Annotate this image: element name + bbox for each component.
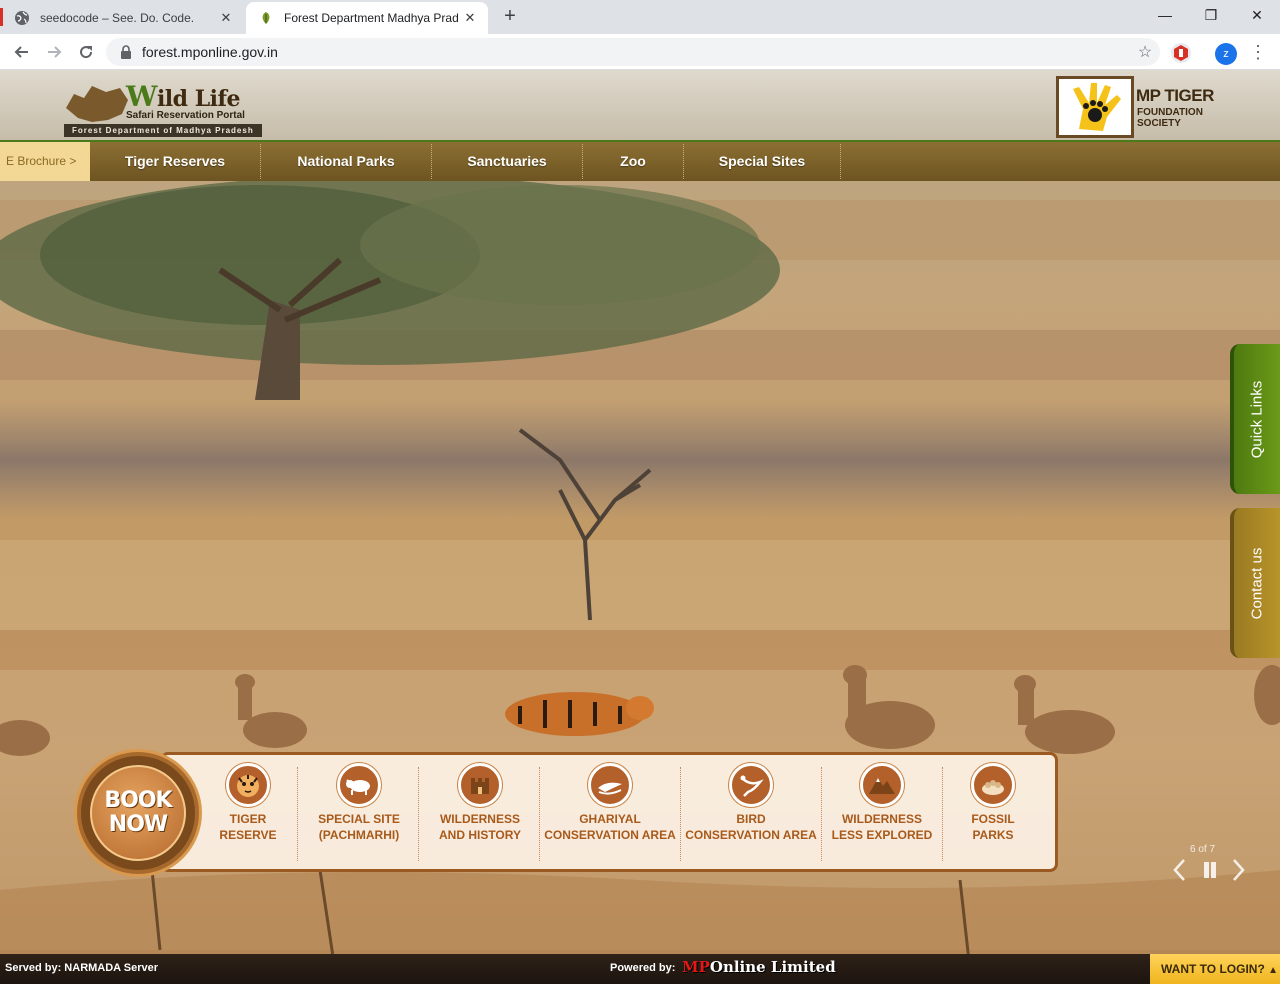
nav-divider xyxy=(840,144,841,179)
slide-counter: 6 of 7 xyxy=(1190,844,1216,855)
profile-avatar[interactable]: z xyxy=(1215,43,1237,65)
category-divider xyxy=(418,767,419,861)
reload-icon xyxy=(80,46,93,59)
served-by-text: Served by: NARMADA Server xyxy=(5,962,159,974)
category-special-site[interactable]: SPECIAL SITE (PACHMARHI) xyxy=(303,763,415,843)
chevron-left-icon[interactable] xyxy=(1172,858,1186,882)
category-fossil-parks[interactable]: FOSSIL PARKS xyxy=(949,763,1037,843)
category-tiger-reserve[interactable]: TIGER RESERVE xyxy=(203,763,293,843)
nav-national-parks[interactable]: National Parks xyxy=(261,142,431,181)
bison-icon xyxy=(337,763,381,807)
mponline-logo[interactable]: MPOnline Limited xyxy=(682,958,836,976)
close-tab-icon[interactable]: ✕ xyxy=(218,10,234,26)
category-divider xyxy=(821,767,822,861)
nav-tiger-reserves[interactable]: Tiger Reserves xyxy=(90,142,260,181)
bird-icon xyxy=(729,763,773,807)
page-viewport: Wild Life Safari Reservation Portal Fore… xyxy=(0,70,1280,984)
nav-special-sites[interactable]: Special Sites xyxy=(684,142,840,181)
wildlife-logo[interactable]: Wild Life Safari Reservation Portal Fore… xyxy=(62,76,267,138)
mp-map-icon xyxy=(66,86,128,122)
lock-icon xyxy=(121,45,131,59)
new-tab-button[interactable]: + xyxy=(498,5,522,29)
site-footer: Served by: NARMADA Server Powered by: MP… xyxy=(0,954,1280,984)
back-button[interactable] xyxy=(8,38,36,66)
close-tab-icon[interactable]: ✕ xyxy=(462,10,478,26)
browser-tabstrip: seedocode – See. Do. Code. ✕ Forest Depa… xyxy=(0,0,1280,34)
site-header: Wild Life Safari Reservation Portal Fore… xyxy=(0,70,1280,140)
arrow-right-icon xyxy=(48,46,62,58)
url-text: forest.mponline.gov.in xyxy=(142,44,278,60)
category-label: TIGER RESERVE xyxy=(219,812,277,842)
want-to-login-button[interactable]: WANT TO LOGIN? ▲ xyxy=(1150,954,1280,984)
leaf-favicon-icon xyxy=(258,10,274,26)
mountain-icon xyxy=(860,763,904,807)
browser-toolbar: forest.mponline.gov.in ☆ z ⋮ xyxy=(0,34,1280,70)
chevron-up-icon: ▲ xyxy=(1268,965,1279,976)
main-nav: E Brochure > Tiger Reserves National Par… xyxy=(0,140,1280,181)
tiger-logo-subtitle: FOUNDATION SOCIETY xyxy=(1137,107,1203,129)
gharial-icon xyxy=(588,763,632,807)
minimize-button[interactable]: — xyxy=(1142,0,1188,30)
category-divider xyxy=(539,767,540,861)
bookmark-star-icon[interactable]: ☆ xyxy=(1130,42,1160,62)
category-bird-conservation[interactable]: BIRD CONSERVATION AREA xyxy=(684,763,818,843)
tiger-icon xyxy=(226,763,270,807)
forward-button[interactable] xyxy=(40,38,68,66)
tiger-logo-box xyxy=(1056,76,1134,138)
contact-us-label: Contact us xyxy=(1248,547,1266,619)
category-label: BIRD CONSERVATION AREA xyxy=(685,812,817,842)
category-divider xyxy=(297,767,298,861)
tiger-logo-title: MP TIGER xyxy=(1136,86,1214,105)
tab-title: seedocode – See. Do. Code. xyxy=(40,11,195,25)
logo-title: Wild Life xyxy=(126,80,241,113)
category-divider xyxy=(680,767,681,861)
pause-icon[interactable] xyxy=(1202,861,1218,879)
tab-title: Forest Department Madhya Prad xyxy=(284,11,459,25)
category-wilderness-history[interactable]: WILDERNESS AND HISTORY xyxy=(425,763,535,843)
category-divider xyxy=(942,767,943,861)
browser-tab-forest[interactable]: Forest Department Madhya Prad ✕ xyxy=(246,2,488,34)
category-ghariyal-conservation[interactable]: GHARIYAL CONSERVATION AREA xyxy=(543,763,677,843)
powered-by-text: Powered by: xyxy=(610,962,676,974)
address-bar[interactable]: forest.mponline.gov.in ☆ xyxy=(106,38,1160,66)
category-label: GHARIYAL CONSERVATION AREA xyxy=(544,812,676,842)
extension-icon[interactable] xyxy=(1171,43,1191,63)
browser-menu-icon[interactable]: ⋮ xyxy=(1248,38,1268,66)
handprint-paw-icon xyxy=(1073,83,1121,131)
category-label: SPECIAL SITE (PACHMARHI) xyxy=(318,812,400,842)
quick-links-tab[interactable]: Quick Links xyxy=(1230,344,1280,494)
logo-subtitle: Safari Reservation Portal xyxy=(126,110,245,121)
arrow-left-icon xyxy=(14,46,28,58)
category-label: WILDERNESS LESS EXPLORED xyxy=(831,812,933,842)
close-window-button[interactable]: ✕ xyxy=(1234,0,1280,30)
category-wilderness-less-explored[interactable]: WILDERNESS LESS EXPLORED xyxy=(825,763,939,843)
quick-links-label: Quick Links xyxy=(1248,380,1266,458)
mp-tiger-foundation-logo[interactable]: MP TIGER FOUNDATION SOCIETY xyxy=(1056,76,1221,138)
booking-category-panel: TIGER RESERVE SPECIAL SITE (PACHMARHI) WIL… xyxy=(160,752,1058,872)
browser-tab-seedocode[interactable]: seedocode – See. Do. Code. ✕ xyxy=(2,2,244,34)
category-label: WILDERNESS AND HISTORY xyxy=(438,812,521,842)
e-brochure-link[interactable]: E Brochure > xyxy=(0,142,90,181)
category-label: FOSSIL PARKS xyxy=(971,812,1015,842)
restore-button[interactable]: ❐ xyxy=(1188,0,1234,30)
book-now-label: BOOK NOW xyxy=(90,765,186,861)
fort-icon xyxy=(458,763,502,807)
slider-controls: 6 of 7 xyxy=(1170,844,1250,884)
chevron-right-icon[interactable] xyxy=(1232,858,1246,882)
fossil-icon xyxy=(971,763,1015,807)
nav-zoo[interactable]: Zoo xyxy=(583,142,683,181)
reload-button[interactable] xyxy=(72,38,100,66)
globe-icon xyxy=(14,10,30,26)
book-now-button[interactable]: BOOK NOW xyxy=(77,752,199,874)
nav-sanctuaries[interactable]: Sanctuaries xyxy=(432,142,582,181)
logo-department-strip: Forest Department of Madhya Pradesh xyxy=(64,124,262,137)
contact-us-tab[interactable]: Contact us xyxy=(1230,508,1280,658)
